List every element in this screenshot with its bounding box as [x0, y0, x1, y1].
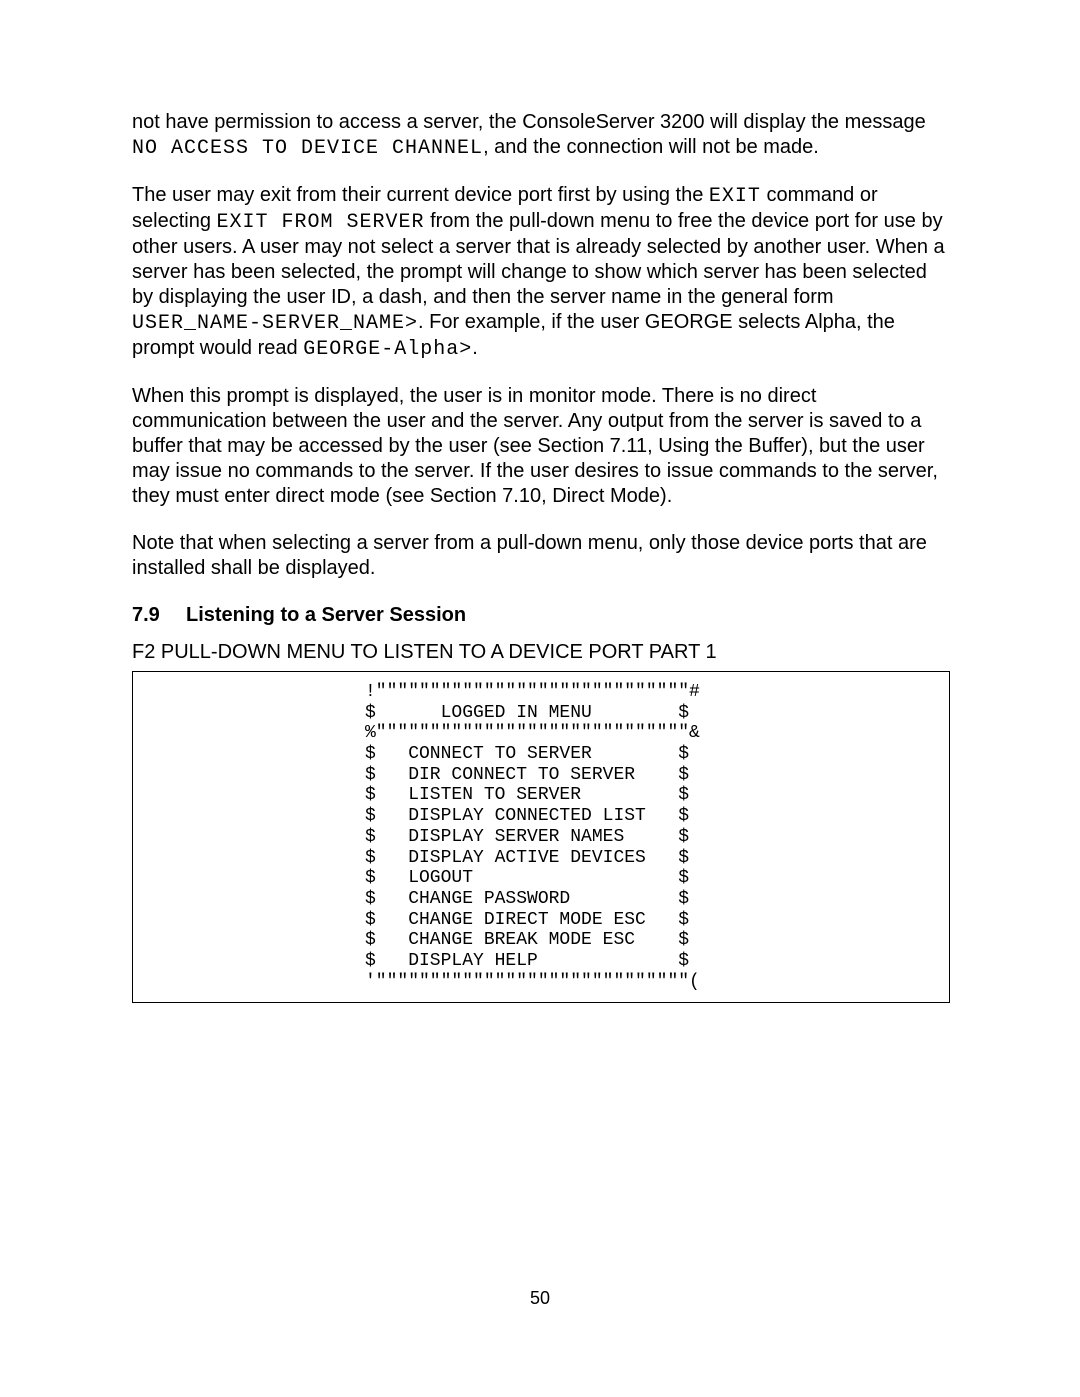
- menu-line: $ CHANGE BREAK MODE ESC $: [365, 930, 689, 950]
- text: .: [472, 337, 478, 359]
- menu-line: $ CHANGE PASSWORD $: [365, 889, 689, 909]
- paragraph-3: When this prompt is displayed, the user …: [132, 384, 950, 509]
- document-page: not have permission to access a server, …: [0, 0, 1080, 1397]
- menu-line: $ DIR CONNECT TO SERVER $: [365, 765, 689, 785]
- page-number: 50: [0, 1287, 1080, 1310]
- menu-line: $ LOGOUT $: [365, 868, 689, 888]
- menu-line: $ DISPLAY SERVER NAMES $: [365, 827, 689, 847]
- paragraph-1: not have permission to access a server, …: [132, 110, 950, 161]
- paragraph-2: The user may exit from their current dev…: [132, 183, 950, 362]
- inline-code: EXIT FROM SERVER: [217, 211, 425, 234]
- menu-line: $ DISPLAY HELP $: [365, 951, 689, 971]
- menu-line: !"""""""""""""""""""""""""""""#: [365, 682, 700, 702]
- section-title: Listening to a Server Session: [186, 603, 466, 628]
- text: When this prompt is displayed, the user …: [132, 385, 938, 507]
- menu-line: $ CHANGE DIRECT MODE ESC $: [365, 910, 689, 930]
- paragraph-4: Note that when selecting a server from a…: [132, 531, 950, 581]
- text: The user may exit from their current dev…: [132, 184, 709, 206]
- inline-code: USER_NAME-SERVER_NAME>: [132, 312, 418, 335]
- figure-title: F2 PULL-DOWN MENU TO LISTEN TO A DEVICE …: [132, 640, 950, 665]
- text: Note that when selecting a server from a…: [132, 532, 927, 579]
- menu-content: !"""""""""""""""""""""""""""""# $ LOGGED…: [133, 682, 949, 992]
- text: , and the connection will not be made.: [483, 136, 819, 158]
- inline-code: GEORGE-Alpha>: [303, 338, 472, 361]
- menu-line: '"""""""""""""""""""""""""""""(: [365, 972, 700, 992]
- menu-line: $ LOGGED IN MENU $: [365, 703, 689, 723]
- inline-code: EXIT: [709, 185, 761, 208]
- menu-line: $ LISTEN TO SERVER $: [365, 785, 689, 805]
- section-heading: 7.9 Listening to a Server Session: [132, 603, 950, 628]
- text: not have permission to access a server, …: [132, 111, 926, 133]
- menu-line: $ DISPLAY CONNECTED LIST $: [365, 806, 689, 826]
- menu-line: $ CONNECT TO SERVER $: [365, 744, 689, 764]
- menu-box: !"""""""""""""""""""""""""""""# $ LOGGED…: [132, 671, 950, 1003]
- menu-line: $ DISPLAY ACTIVE DEVICES $: [365, 848, 689, 868]
- menu-line: %"""""""""""""""""""""""""""""&: [365, 723, 700, 743]
- inline-code: NO ACCESS TO DEVICE CHANNEL: [132, 137, 483, 160]
- section-number: 7.9: [132, 603, 186, 628]
